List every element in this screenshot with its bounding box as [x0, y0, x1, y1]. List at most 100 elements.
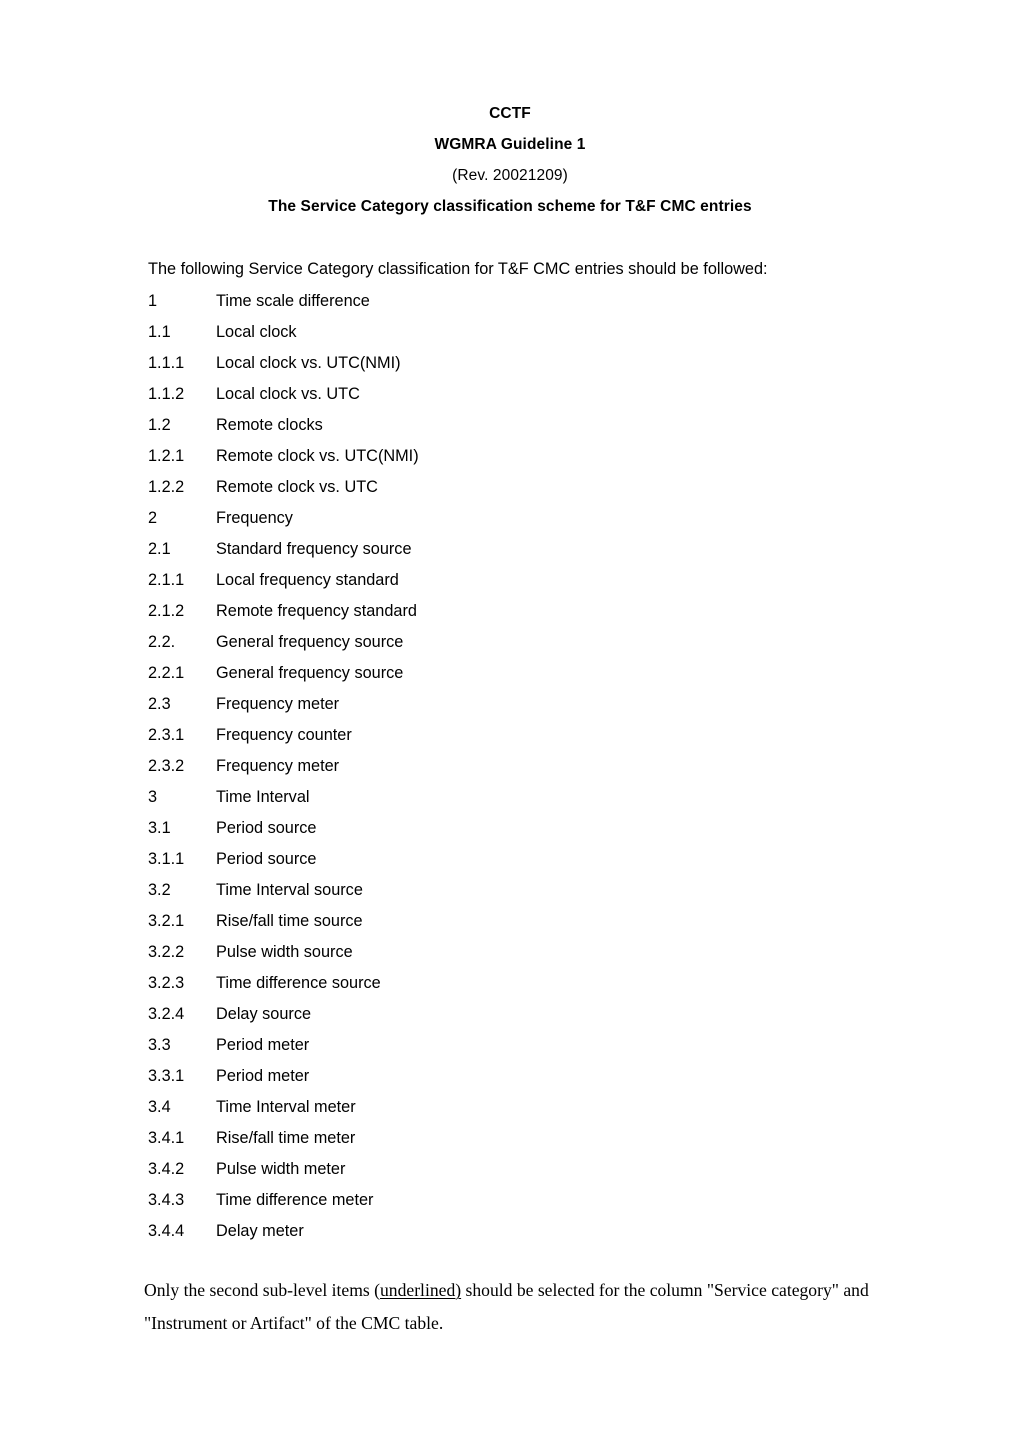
outline-row: 3 Time Interval — [148, 782, 948, 813]
outline-row-content: 1 Time scale difference — [148, 286, 370, 317]
outline-item-label: Frequency counter — [216, 726, 352, 744]
closing-underlined-word: underlined) — [380, 1280, 462, 1300]
outline-row: 3.2 Time Interval source — [148, 875, 948, 906]
outline-row-content: 3.4.2 Pulse width meter — [148, 1154, 345, 1185]
outline-row: 2.3.1 Frequency counter — [148, 720, 948, 751]
outline-item-number: 3.4 — [148, 1098, 171, 1116]
outline-row: 1.1 Local clock — [148, 317, 948, 348]
outline-row-content: 3.1 Period source — [148, 813, 316, 844]
outline-item-label: Rise/fall time meter — [216, 1129, 356, 1147]
outline-item-number: 1.2.1 — [148, 447, 185, 465]
outline-row: 3.1.1 Period source — [148, 844, 948, 875]
outline-row: 3.2.2 Pulse width source — [148, 937, 948, 968]
outline-row-content: 3.4.3 Time difference meter — [148, 1185, 373, 1216]
outline-item-number: 3.2 — [148, 881, 171, 899]
outline-item-label: Time Interval meter — [216, 1098, 356, 1116]
outline-item-number: 3.3 — [148, 1036, 171, 1054]
header-guideline-title: WGMRA Guideline 1 — [434, 136, 586, 153]
outline-item-number: 2.3.2 — [148, 757, 185, 775]
outline-row: 2.1 Standard frequency source — [148, 534, 948, 565]
closing-text-part1: Only the second sub-level items ( — [144, 1280, 380, 1300]
outline-item-label: Period source — [216, 819, 317, 837]
outline-row: 1.1.1 Local clock vs. UTC(NMI) — [148, 348, 948, 379]
outline-row: 3.4 Time Interval meter — [148, 1092, 948, 1123]
outline-row-content: 3.4.1 Rise/fall time meter — [148, 1123, 355, 1154]
outline-item-label: Remote frequency standard — [216, 602, 417, 620]
outline-item-label: Frequency — [216, 509, 293, 527]
outline-item-label: Delay source — [216, 1005, 312, 1023]
outline-item-number: 1.1.1 — [148, 354, 185, 372]
outline-row-content: 3.2.3 Time difference source — [148, 968, 381, 999]
outline-item-label: Time difference source — [216, 974, 381, 992]
outline-row-content: 2.3.1 Frequency counter — [148, 720, 352, 751]
outline-item-label: General frequency source — [216, 664, 404, 682]
outline-item-label: Period meter — [216, 1036, 310, 1054]
outline-row-content: 1.1.1 Local clock vs. UTC(NMI) — [148, 348, 401, 379]
outline-row: 1.2 Remote clocks — [148, 410, 948, 441]
outline-item-number: 3.4.1 — [148, 1129, 185, 1147]
outline-row-content: 3.2.4 Delay source — [148, 999, 311, 1030]
outline-item-label: Frequency meter — [216, 695, 340, 713]
outline-row: 3.4.4 Delay meter — [148, 1216, 948, 1247]
outline-item-number: 3.1 — [148, 819, 171, 837]
outline-item-number: 3.4.3 — [148, 1191, 185, 1209]
outline-item-number: 1.2 — [148, 416, 171, 434]
outline-item-label: Time Interval source — [216, 881, 363, 899]
outline-row-content: 3.4 Time Interval meter — [148, 1092, 356, 1123]
outline-row-content: 1.1 Local clock — [148, 317, 297, 348]
outline-row: 3.4.2 Pulse width meter — [148, 1154, 948, 1185]
outline-item-label: Pulse width source — [216, 943, 353, 961]
outline-row: 1.2.1 Remote clock vs. UTC(NMI) — [148, 441, 948, 472]
outline-item-label: Remote clock vs. UTC — [216, 478, 378, 496]
outline-row-content: 2.1.1 Local frequency standard — [148, 565, 399, 596]
outline-item-label: Local clock vs. UTC — [216, 385, 360, 403]
outline-item-label: Delay meter — [216, 1222, 304, 1240]
classification-outline-list: 1 Time scale difference 1.1 Local clock 1.1.… — [148, 286, 948, 1247]
outline-item-number: 1.1 — [148, 323, 171, 341]
outline-item-label: Remote clock vs. UTC(NMI) — [216, 447, 419, 465]
closing-paragraph: Only the second sub-level items (underli… — [144, 1274, 874, 1340]
outline-row: 2.1.1 Local frequency standard — [148, 565, 948, 596]
document-header: CCTF WGMRA Guideline 1 (Rev. 20021209) T… — [0, 98, 1020, 222]
outline-row-content: 2.3.2 Frequency meter — [148, 751, 339, 782]
outline-row-content: 2 Frequency — [148, 503, 293, 534]
outline-row-content: 2.2.1 General frequency source — [148, 658, 403, 689]
intro-paragraph: The following Service Category classific… — [148, 260, 768, 278]
outline-item-number: 3.1.1 — [148, 850, 185, 868]
outline-row: 3.2.4 Delay source — [148, 999, 948, 1030]
outline-item-number: 3.2.2 — [148, 943, 185, 961]
outline-row-content: 1.2.2 Remote clock vs. UTC — [148, 472, 378, 503]
outline-row: 1.1.2 Local clock vs. UTC — [148, 379, 948, 410]
outline-row-content: 3.3.1 Period meter — [148, 1061, 309, 1092]
outline-row-content: 1.1.2 Local clock vs. UTC — [148, 379, 360, 410]
outline-item-number: 2.2. — [148, 633, 176, 651]
outline-row-content: 3.2.1 Rise/fall time source — [148, 906, 363, 937]
outline-item-label: Local clock — [216, 323, 297, 341]
outline-item-number: 3 — [148, 788, 158, 806]
header-revision: (Rev. 20021209) — [452, 167, 568, 184]
outline-item-number: 2.2.1 — [148, 664, 185, 682]
outline-row: 2.3.2 Frequency meter — [148, 751, 948, 782]
outline-row: 3.3 Period meter — [148, 1030, 948, 1061]
outline-row: 2.3 Frequency meter — [148, 689, 948, 720]
outline-item-label: Time scale difference — [216, 292, 370, 310]
outline-row-content: 2.1 Standard frequency source — [148, 534, 412, 565]
outline-row: 2 Frequency — [148, 503, 948, 534]
outline-item-number: 2 — [148, 509, 158, 527]
outline-row-content: 1.2.1 Remote clock vs. UTC(NMI) — [148, 441, 419, 472]
outline-row-content: 3.2.2 Pulse width source — [148, 937, 353, 968]
outline-item-number: 3.2.1 — [148, 912, 185, 930]
outline-row-content: 2.1.2 Remote frequency standard — [148, 596, 417, 627]
outline-row: 3.4.1 Rise/fall time meter — [148, 1123, 948, 1154]
outline-item-number: 1 — [148, 292, 158, 310]
outline-row-content: 2.2. General frequency source — [148, 627, 403, 658]
outline-item-label: Pulse width meter — [216, 1160, 346, 1178]
outline-item-number: 2.1 — [148, 540, 171, 558]
header-subtitle: The Service Category classification sche… — [268, 198, 752, 215]
outline-row: 2.1.2 Remote frequency standard — [148, 596, 948, 627]
outline-row: 3.2.1 Rise/fall time source — [148, 906, 948, 937]
outline-item-number: 3.2.3 — [148, 974, 185, 992]
outline-row: 3.2.3 Time difference source — [148, 968, 948, 999]
outline-row-content: 3.3 Period meter — [148, 1030, 309, 1061]
outline-item-label: Time Interval — [216, 788, 310, 806]
